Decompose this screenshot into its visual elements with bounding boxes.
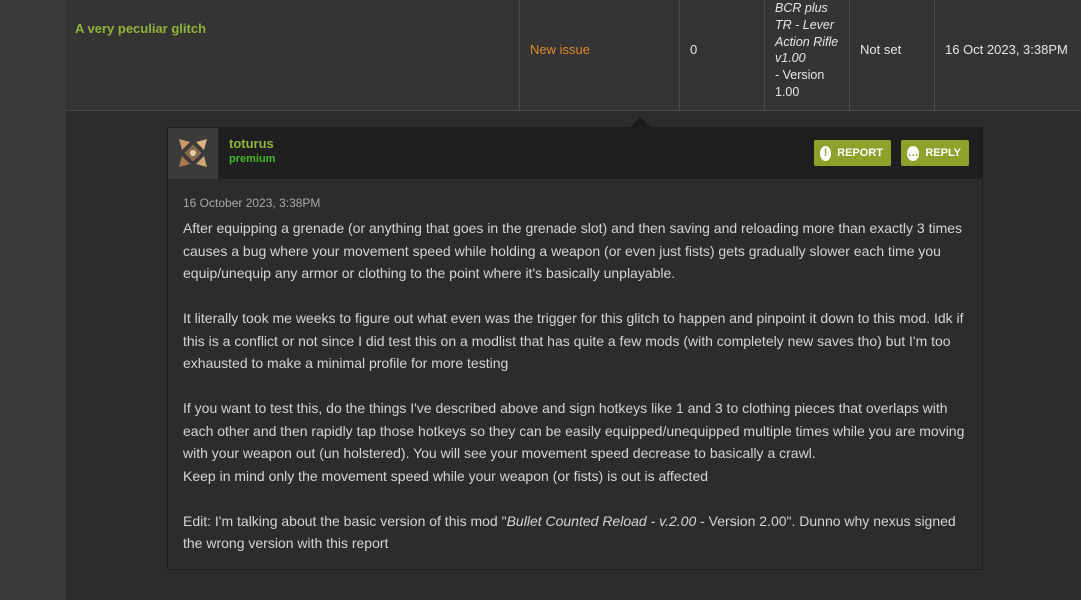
comment-paragraph: If you want to test this, do the things … (183, 397, 973, 465)
comment-date: 16 October 2023, 3:38PM (183, 196, 321, 210)
edit-prefix: Edit: I'm talking about the basic versio… (183, 512, 507, 529)
issue-replies-cell: 0 (680, 0, 765, 111)
comment-username[interactable]: toturus (229, 136, 274, 151)
reply-button-label: REPLY (925, 147, 961, 159)
avatar[interactable] (168, 128, 218, 179)
comment-paragraph-line: If you want to test this, do the things … (183, 400, 965, 461)
issue-version-suffix: - Version 1.00 (775, 68, 825, 99)
left-gutter (0, 0, 66, 600)
exclamation-circle-icon: ! (820, 145, 832, 161)
comment-user-role: premium (229, 153, 276, 165)
issue-status-cell: New issue (520, 0, 680, 111)
issue-last-post: 16 Oct 2023, 3:38PM (945, 42, 1068, 57)
issue-last-post-cell: 16 Oct 2023, 3:38PM (935, 0, 1081, 111)
report-button-label: REPORT (837, 147, 883, 159)
reply-button[interactable]: … REPLY (901, 140, 969, 166)
edit-mod-name: Bullet Counted Reload - v.2.00 (506, 512, 697, 529)
comment-header: toturus premium ! REPORT … REPLY (168, 128, 982, 179)
issue-priority-cell: Not set (850, 0, 935, 111)
comment-paragraph: It literally took me weeks to figure out… (183, 310, 964, 371)
comment-body: After equipping a grenade (or anything t… (183, 217, 973, 577)
report-button[interactable]: ! REPORT (814, 140, 891, 166)
issue-row: A very peculiar glitch New issue 0 BCR p… (66, 0, 1081, 111)
issue-replies-count: 0 (690, 42, 698, 57)
issue-status: New issue (530, 42, 590, 57)
comment-paragraph: Keep in mind only the movement speed whi… (183, 465, 973, 488)
issue-version-cell: BCR plus TR - Lever Action Rifle v1.00 -… (765, 0, 850, 111)
comment-paragraph-edit: Edit: I'm talking about the basic versio… (183, 510, 973, 555)
speech-bubble-icon: … (907, 145, 920, 161)
comment-paragraph-line: Keep in mind only the movement speed whi… (183, 467, 709, 484)
issue-version: BCR plus TR - Lever Action Rifle v1.00 -… (775, 0, 847, 101)
avatar-image (176, 136, 210, 170)
comment-card: toturus premium ! REPORT … REPLY 16 Octo… (167, 127, 983, 570)
issue-priority: Not set (860, 42, 902, 57)
issue-title-cell: A very peculiar glitch (66, 0, 520, 111)
issue-version-name: BCR plus TR - Lever Action Rifle v1.00 (775, 1, 839, 66)
issue-title-link[interactable]: A very peculiar glitch (75, 21, 206, 36)
comment-paragraph: After equipping a grenade (or anything t… (183, 220, 963, 281)
issue-thread: A very peculiar glitch New issue 0 BCR p… (66, 0, 1081, 600)
